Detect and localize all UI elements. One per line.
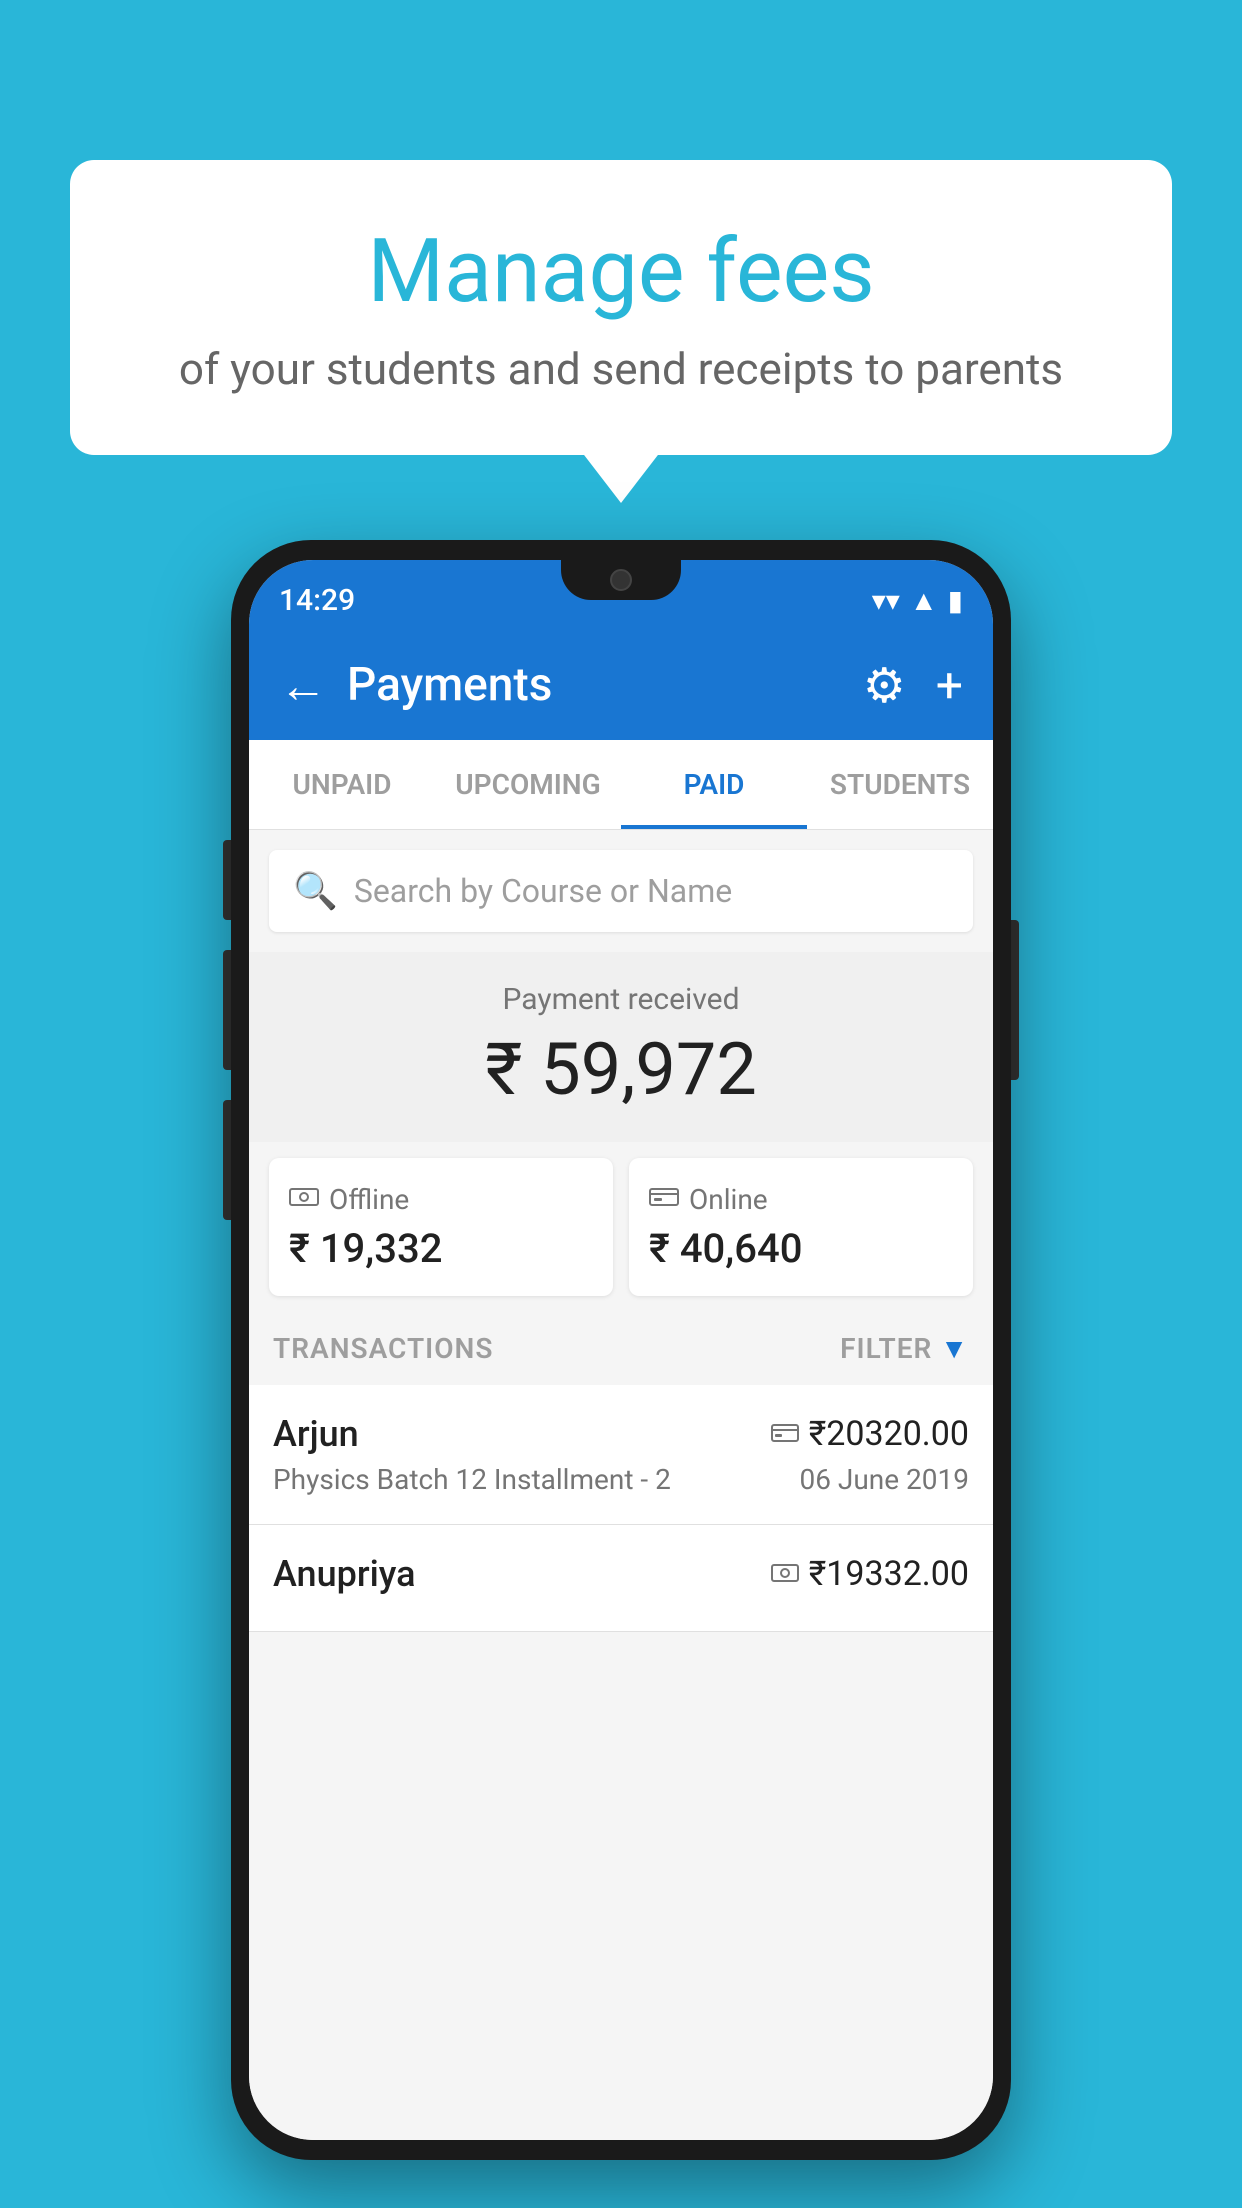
tab-paid[interactable]: PAID <box>621 740 807 829</box>
app-bar-title: Payments <box>347 658 863 712</box>
payment-total-amount: ₹ 59,972 <box>269 1027 973 1112</box>
transactions-header: TRANSACTIONS FILTER ▼ <box>249 1312 993 1385</box>
search-input[interactable]: Search by Course or Name <box>354 872 732 910</box>
speech-bubble-container: Manage fees of your students and send re… <box>70 160 1172 455</box>
speech-bubble-title: Manage fees <box>120 220 1122 323</box>
power-button <box>1011 920 1019 1080</box>
transactions-label: TRANSACTIONS <box>273 1332 493 1365</box>
transaction-detail-1: Physics Batch 12 Installment - 2 <box>273 1463 671 1496</box>
tab-bar: UNPAID UPCOMING PAID STUDENTS <box>249 740 993 830</box>
offline-card-header: Offline <box>289 1182 593 1217</box>
back-arrow-icon[interactable]: ← <box>279 657 327 714</box>
card-payment-icon-1 <box>771 1418 799 1451</box>
transaction-amount-1: ₹20320.00 <box>809 1414 969 1454</box>
online-card-header: Online <box>649 1182 953 1217</box>
speech-bubble-subtitle: of your students and send receipts to pa… <box>120 343 1122 395</box>
status-time: 14:29 <box>279 583 355 618</box>
online-label: Online <box>689 1183 768 1216</box>
transaction-amount-wrap-1: ₹20320.00 <box>771 1414 969 1454</box>
filter-button[interactable]: FILTER ▼ <box>840 1332 969 1365</box>
search-bar[interactable]: 🔍 Search by Course or Name <box>269 850 973 932</box>
tab-upcoming[interactable]: UPCOMING <box>435 740 621 829</box>
signal-icon: ▲ <box>910 584 938 617</box>
phone-screen: 14:29 ▾▾ ▲ ▮ ← Payments ⚙ + UNPAID UPCOM… <box>249 560 993 2140</box>
payment-cards: Offline ₹ 19,332 <box>269 1158 973 1296</box>
payment-summary: Payment received ₹ 59,972 <box>249 952 993 1142</box>
silent-button <box>223 1100 231 1220</box>
phone-notch <box>561 560 681 600</box>
transaction-amount-wrap-2: ₹19332.00 <box>771 1554 969 1594</box>
battery-icon: ▮ <box>948 584 963 617</box>
transaction-name-1: Arjun <box>273 1413 359 1455</box>
transaction-bottom-1: Physics Batch 12 Installment - 2 06 June… <box>273 1463 969 1496</box>
app-bar-icons: ⚙ + <box>863 657 963 714</box>
offline-icon <box>289 1182 319 1217</box>
settings-icon[interactable]: ⚙ <box>863 657 906 714</box>
volume-up-button <box>223 840 231 920</box>
wifi-icon: ▾▾ <box>872 584 900 617</box>
camera-dot <box>610 569 632 591</box>
filter-label: FILTER <box>840 1332 932 1365</box>
speech-bubble: Manage fees of your students and send re… <box>70 160 1172 455</box>
phone-container: 14:29 ▾▾ ▲ ▮ ← Payments ⚙ + UNPAID UPCOM… <box>231 540 1011 2160</box>
offline-payment-card: Offline ₹ 19,332 <box>269 1158 613 1296</box>
tab-unpaid[interactable]: UNPAID <box>249 740 435 829</box>
transaction-amount-2: ₹19332.00 <box>809 1554 969 1594</box>
offline-amount: ₹ 19,332 <box>289 1225 593 1272</box>
volume-down-button <box>223 950 231 1070</box>
tab-students[interactable]: STUDENTS <box>807 740 993 829</box>
cash-payment-icon-2 <box>771 1558 799 1591</box>
app-bar: ← Payments ⚙ + <box>249 630 993 740</box>
search-icon: 🔍 <box>293 870 338 912</box>
transaction-name-2: Anupriya <box>273 1553 416 1595</box>
online-amount: ₹ 40,640 <box>649 1225 953 1272</box>
transaction-row-2[interactable]: Anupriya ₹19332.00 <box>249 1525 993 1632</box>
content-area: 🔍 Search by Course or Name Payment recei… <box>249 830 993 2140</box>
status-icons: ▾▾ ▲ ▮ <box>872 584 963 617</box>
filter-icon: ▼ <box>940 1332 969 1365</box>
online-icon <box>649 1182 679 1217</box>
payment-received-label: Payment received <box>269 982 973 1017</box>
transaction-top-1: Arjun ₹20320.00 <box>273 1413 969 1455</box>
add-icon[interactable]: + <box>936 657 963 714</box>
transaction-top-2: Anupriya ₹19332.00 <box>273 1553 969 1595</box>
online-payment-card: Online ₹ 40,640 <box>629 1158 973 1296</box>
offline-label: Offline <box>329 1183 409 1216</box>
transaction-row[interactable]: Arjun ₹20320.00 <box>249 1385 993 1525</box>
transaction-date-1: 06 June 2019 <box>799 1463 969 1496</box>
